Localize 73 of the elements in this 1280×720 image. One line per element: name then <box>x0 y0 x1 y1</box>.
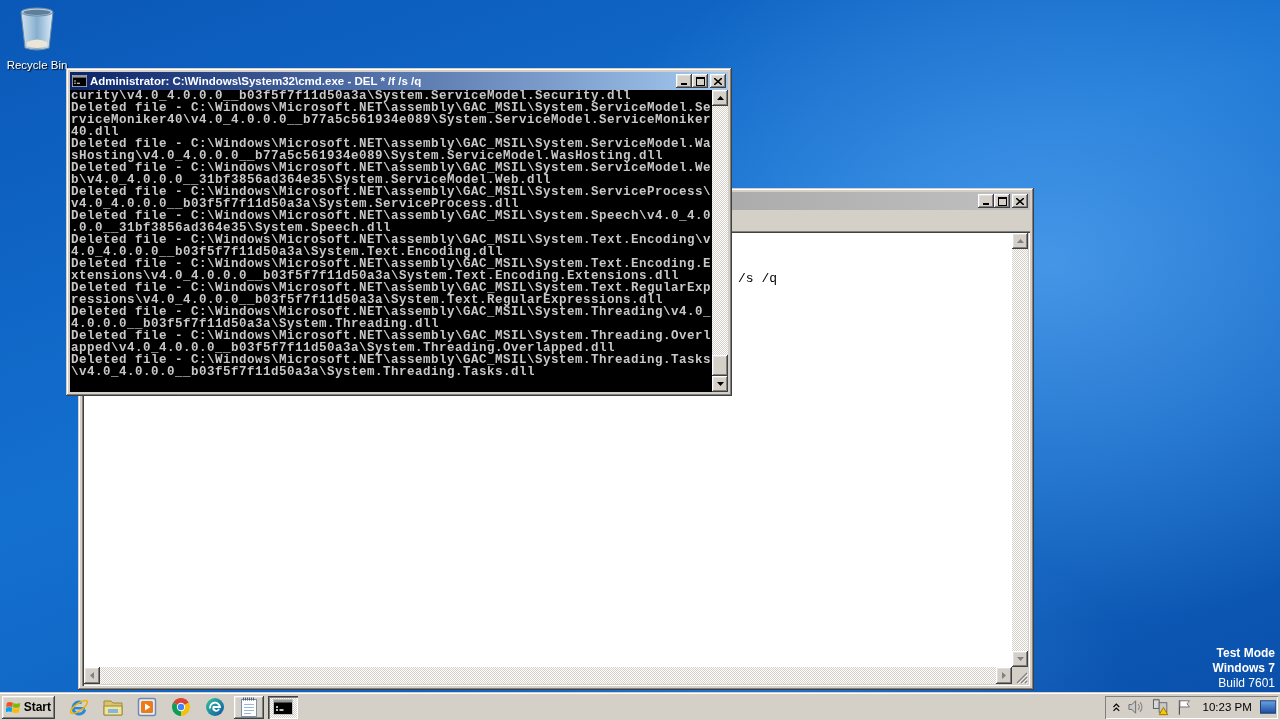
console-line: b\v4.0_4.0.0.0__31bf3856ad364e35\System.ServiceModel.Web.dll <box>71 174 552 186</box>
console-line: 4.0.0.0__b03f5f7f11d50a3a\System.Threading.dll <box>71 318 440 330</box>
console-line: Deleted file - C:\Windows\Microsoft.NET\assembly\GAC_MSIL\System.Text.RegularExp <box>71 282 712 294</box>
close-button[interactable] <box>710 74 726 88</box>
console-line: Deleted file - C:\Windows\Microsoft.NET\assembly\GAC_MSIL\System.Text.Encoding.E <box>71 258 712 270</box>
console-line: .0.0__31bf3856ad364e35\System.Speech.dll <box>71 222 392 234</box>
scroll-left-button[interactable] <box>84 667 100 684</box>
maximize-icon <box>695 76 705 86</box>
console-line: v4.0_4.0.0.0__b03f5f7f11d50a3a\System.ServiceProcess.dll <box>71 198 520 210</box>
up-triangle-icon <box>1016 239 1024 243</box>
segmented-circle-icon[interactable] <box>170 696 192 718</box>
editor-text: /s /q <box>738 271 777 287</box>
clock[interactable]: 10:23 PM <box>1202 701 1252 713</box>
icon-label[interactable]: Recycle Bin <box>6 58 68 72</box>
start-button[interactable]: Start <box>2 695 55 719</box>
network-warning-icon[interactable] <box>1151 698 1170 716</box>
close-icon <box>714 77 722 85</box>
play-icon[interactable] <box>136 696 158 718</box>
right-triangle-icon <box>1002 672 1006 679</box>
notepad-icon <box>240 697 258 717</box>
console-line: Deleted file - C:\Windows\Microsoft.NET\assembly\GAC_MSIL\System.Threading\v4.0_ <box>71 306 712 318</box>
taskbar-button[interactable] <box>268 695 298 719</box>
maximize-button[interactable] <box>692 74 708 88</box>
maximize-icon <box>997 196 1007 206</box>
show-desktop-icon[interactable] <box>1259 700 1276 714</box>
edition-notice: Windows 7 <box>1212 661 1275 676</box>
console-line: rviceMoniker40\v4.0_4.0.0.0__b77a5c561934e089\System.ServiceModel.ServiceMoniker <box>71 114 712 126</box>
window-title: Administrator: C:\Windows\System32\cmd.exe - DEL * /f /s /q <box>90 74 422 88</box>
console-line: Deleted file - C:\Windows\Microsoft.NET\assembly\GAC_MSIL\System.Text.Encoding\v <box>71 234 712 246</box>
close-button[interactable] <box>1012 194 1028 208</box>
console-line: 40.dll <box>71 126 119 138</box>
up-triangle-icon <box>716 96 724 100</box>
console-line: xtensions\v4.0_4.0.0.0__b03f5f7f11d50a3a\System.Text.Encoding.Extensions.dll <box>71 270 680 282</box>
taskbar-button[interactable] <box>234 695 264 719</box>
console-line: ressions\v4.0_4.0.0.0__b03f5f7f11d50a3a\System.Text.RegularExpressions.dll <box>71 294 664 306</box>
console-line: Deleted file - C:\Windows\Microsoft.NET\assembly\GAC_MSIL\System.Threading.Tasks <box>71 354 712 366</box>
edition-notice: Test Mode <box>1216 646 1275 661</box>
down-triangle-icon <box>1016 657 1024 661</box>
minimize-button[interactable] <box>676 74 692 88</box>
console-line: apped\v4.0_4.0.0.0__b03f5f7f11d50a3a\System.Threading.Overlapped.dll <box>71 342 616 354</box>
console-line: Deleted file - C:\Windows\Microsoft.NET\assembly\GAC_MSIL\System.Speech\v4.0_4.0 <box>71 210 712 222</box>
minimize-button[interactable] <box>978 194 994 208</box>
console-line: Deleted file - C:\Windows\Microsoft.NET\assembly\GAC_MSIL\System.ServiceModel.We <box>71 162 712 174</box>
scroll-right-button[interactable] <box>996 667 1012 684</box>
minimize-icon <box>983 203 989 205</box>
console-line: 4.0_4.0.0.0__b03f5f7f11d50a3a\System.Text.Encoding.dll <box>71 246 504 258</box>
scrollbar-thumb[interactable] <box>712 355 728 376</box>
edition-notice: Build 7601 <box>1218 676 1275 691</box>
console-line: Deleted file - C:\Windows\Microsoft.NET\assembly\GAC_MSIL\System.ServiceProcess\ <box>71 186 712 198</box>
maximize-button[interactable] <box>994 194 1010 208</box>
console-line: \v4.0_4.0.0.0__b03f5f7f11d50a3a\System.Threading.Tasks.dll <box>71 366 536 378</box>
console-line: Deleted file - C:\Windows\Microsoft.NET\assembly\GAC_MSIL\System.Threading.Overl <box>71 330 712 342</box>
start-logo-icon <box>6 699 21 715</box>
console-line: sHosting\v4.0_4.0.0.0__b77a5c561934e089\System.ServiceModel.WasHosting.dll <box>71 150 664 162</box>
minimize-icon <box>681 83 687 85</box>
scroll-up-button[interactable] <box>712 90 728 106</box>
scroll-down-button[interactable] <box>1012 651 1028 667</box>
console-icon <box>273 699 293 715</box>
size-grip-icon[interactable] <box>1016 672 1028 684</box>
left-triangle-icon <box>90 672 94 679</box>
console-line: curity\v4.0_4.0.0.0__b03f5f7f11d50a3a\System.ServiceModel.Security.dll <box>71 90 632 102</box>
console-line: Deleted file - C:\Windows\Microsoft.NET\assembly\GAC_MSIL\System.ServiceModel.Wa <box>71 138 712 150</box>
e-circle-icon[interactable] <box>204 696 226 718</box>
console-line: Deleted file - C:\Windows\Microsoft.NET\assembly\GAC_MSIL\System.ServiceModel.Se <box>71 102 712 114</box>
scroll-up-button[interactable] <box>1012 233 1028 249</box>
close-icon <box>1016 197 1024 205</box>
speaker-icon[interactable] <box>1127 699 1144 715</box>
double-chevron-up-icon[interactable] <box>1113 702 1120 712</box>
down-triangle-icon <box>716 382 724 386</box>
scroll-down-button[interactable] <box>712 376 728 392</box>
recycle-bin-icon[interactable] <box>19 6 55 52</box>
console-icon[interactable] <box>72 75 87 87</box>
flag-icon[interactable] <box>1177 699 1192 715</box>
